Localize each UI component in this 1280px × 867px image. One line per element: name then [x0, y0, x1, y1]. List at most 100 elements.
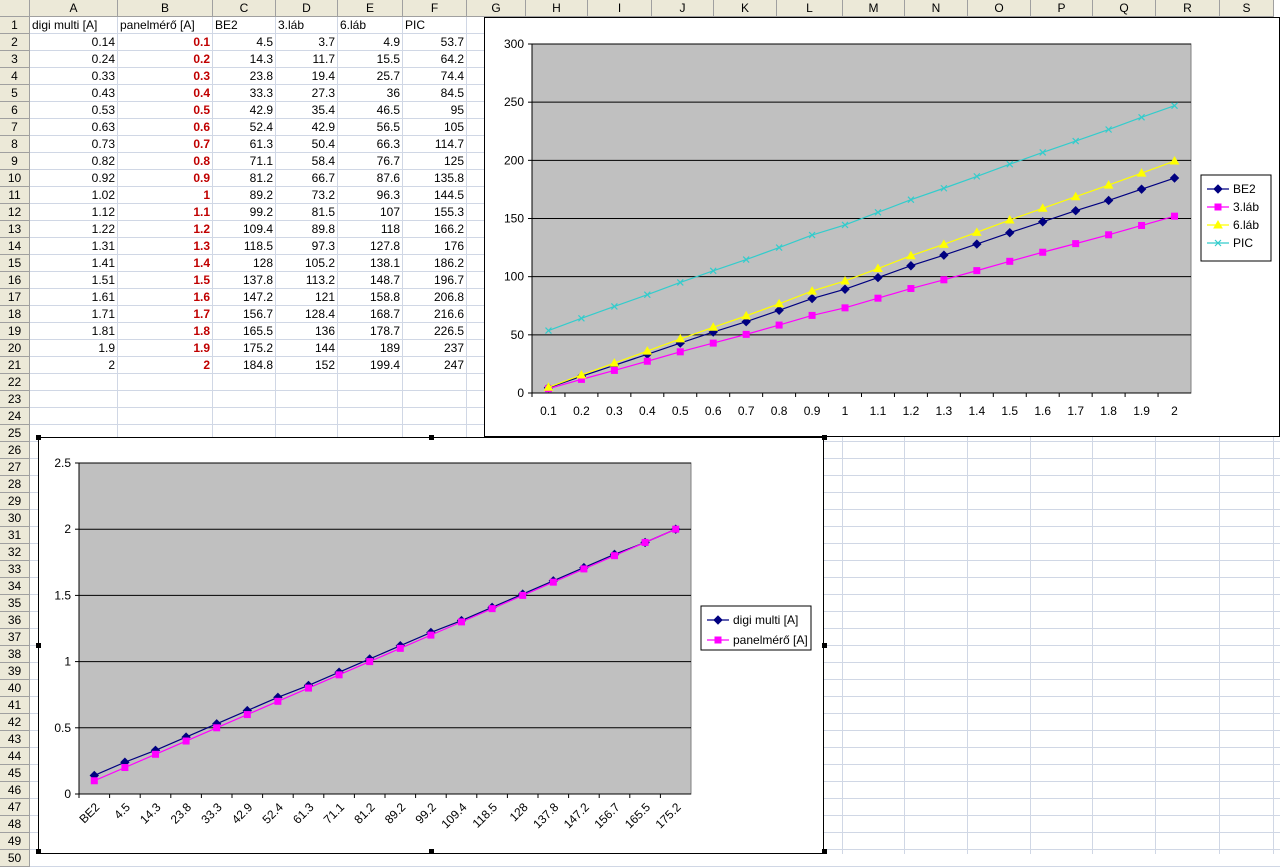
column-header-I[interactable]: I [588, 0, 652, 17]
row-header-2[interactable]: 2 [0, 34, 30, 51]
column-header-N[interactable]: N [905, 0, 968, 17]
data-cell-E21[interactable]: 199.4 [338, 357, 403, 374]
resize-handle-top-mid[interactable] [429, 435, 434, 440]
data-cell-D21[interactable]: 152 [276, 357, 338, 374]
data-cell-B9[interactable]: 0.8 [118, 153, 213, 170]
row-header-28[interactable]: 28 [0, 476, 30, 493]
column-header-L[interactable]: L [777, 0, 843, 17]
data-cell-A20[interactable]: 1.9 [30, 340, 118, 357]
row-header-32[interactable]: 32 [0, 544, 30, 561]
chart-currents-by-panel[interactable]: 0 50 100 150 200 250 300 0.1 0.2 0.3 0.4 0.5 0.6 0.7 0… [484, 17, 1280, 437]
data-cell-C14[interactable]: 118.5 [213, 238, 276, 255]
column-header-F[interactable]: F [403, 0, 467, 17]
data-cell-C5[interactable]: 33.3 [213, 85, 276, 102]
data-cell-C17[interactable]: 147.2 [213, 289, 276, 306]
data-cell-F13[interactable]: 166.2 [403, 221, 467, 238]
resize-handle-top-left[interactable] [36, 435, 41, 440]
row-header-25[interactable]: 25 [0, 425, 30, 442]
data-cell-A19[interactable]: 1.81 [30, 323, 118, 340]
column-header-B[interactable]: B [118, 0, 213, 17]
row-header-46[interactable]: 46 [0, 782, 30, 799]
column-header-R[interactable]: R [1156, 0, 1220, 17]
row-header-34[interactable]: 34 [0, 578, 30, 595]
data-cell-F18[interactable]: 216.6 [403, 306, 467, 323]
row-header-23[interactable]: 23 [0, 391, 30, 408]
data-cell-E2[interactable]: 4.9 [338, 34, 403, 51]
data-cell-E13[interactable]: 118 [338, 221, 403, 238]
data-cell-F20[interactable]: 237 [403, 340, 467, 357]
data-cell-B18[interactable]: 1.7 [118, 306, 213, 323]
data-cell-E5[interactable]: 36 [338, 85, 403, 102]
data-cell-F10[interactable]: 135.8 [403, 170, 467, 187]
data-cell-B4[interactable]: 0.3 [118, 68, 213, 85]
data-cell-F9[interactable]: 125 [403, 153, 467, 170]
data-cell-E18[interactable]: 168.7 [338, 306, 403, 323]
data-cell-C10[interactable]: 81.2 [213, 170, 276, 187]
row-header-36[interactable]: 36 [0, 612, 30, 629]
data-cell-E4[interactable]: 25.7 [338, 68, 403, 85]
header-cell-E[interactable]: 6.láb [338, 17, 403, 34]
data-cell-D17[interactable]: 121 [276, 289, 338, 306]
data-cell-B11[interactable]: 1 [118, 187, 213, 204]
data-cell-D16[interactable]: 113.2 [276, 272, 338, 289]
column-header-O[interactable]: O [968, 0, 1031, 17]
data-cell-C2[interactable]: 4.5 [213, 34, 276, 51]
data-cell-C19[interactable]: 165.5 [213, 323, 276, 340]
data-cell-D7[interactable]: 42.9 [276, 119, 338, 136]
data-cell-E15[interactable]: 138.1 [338, 255, 403, 272]
row-header-41[interactable]: 41 [0, 697, 30, 714]
header-cell-D[interactable]: 3.láb [276, 17, 338, 34]
data-cell-D3[interactable]: 11.7 [276, 51, 338, 68]
data-cell-B5[interactable]: 0.4 [118, 85, 213, 102]
data-cell-F4[interactable]: 74.4 [403, 68, 467, 85]
chart-digi-vs-panel[interactable]: 0 0.5 1 1.5 2 2.5 BE2 4.5 14.3 23.8 33.3 42.9 52.4 61… [38, 437, 824, 854]
row-header-48[interactable]: 48 [0, 816, 30, 833]
data-cell-B12[interactable]: 1.1 [118, 204, 213, 221]
data-cell-D5[interactable]: 27.3 [276, 85, 338, 102]
data-cell-A18[interactable]: 1.71 [30, 306, 118, 323]
data-cell-C11[interactable]: 89.2 [213, 187, 276, 204]
data-cell-E14[interactable]: 127.8 [338, 238, 403, 255]
data-cell-E6[interactable]: 46.5 [338, 102, 403, 119]
data-cell-D13[interactable]: 89.8 [276, 221, 338, 238]
header-cell-F[interactable]: PIC [403, 17, 467, 34]
data-cell-B20[interactable]: 1.9 [118, 340, 213, 357]
data-cell-E16[interactable]: 148.7 [338, 272, 403, 289]
data-cell-F19[interactable]: 226.5 [403, 323, 467, 340]
row-header-3[interactable]: 3 [0, 51, 30, 68]
data-cell-A17[interactable]: 1.61 [30, 289, 118, 306]
data-cell-A3[interactable]: 0.24 [30, 51, 118, 68]
resize-handle-bottom-left[interactable] [36, 849, 41, 854]
data-cell-B17[interactable]: 1.6 [118, 289, 213, 306]
select-all-corner[interactable] [0, 0, 30, 17]
column-header-C[interactable]: C [213, 0, 276, 17]
column-header-A[interactable]: A [30, 0, 118, 17]
data-cell-D15[interactable]: 105.2 [276, 255, 338, 272]
data-cell-B16[interactable]: 1.5 [118, 272, 213, 289]
data-cell-D2[interactable]: 3.7 [276, 34, 338, 51]
data-cell-A21[interactable]: 2 [30, 357, 118, 374]
data-cell-F21[interactable]: 247 [403, 357, 467, 374]
data-cell-D20[interactable]: 144 [276, 340, 338, 357]
data-cell-D6[interactable]: 35.4 [276, 102, 338, 119]
data-cell-C16[interactable]: 137.8 [213, 272, 276, 289]
data-cell-D8[interactable]: 50.4 [276, 136, 338, 153]
data-cell-A16[interactable]: 1.51 [30, 272, 118, 289]
row-header-39[interactable]: 39 [0, 663, 30, 680]
column-header-M[interactable]: M [843, 0, 905, 17]
resize-handle-bottom-right[interactable] [822, 849, 827, 854]
data-cell-F2[interactable]: 53.7 [403, 34, 467, 51]
data-cell-B15[interactable]: 1.4 [118, 255, 213, 272]
row-header-45[interactable]: 45 [0, 765, 30, 782]
data-cell-E8[interactable]: 66.3 [338, 136, 403, 153]
row-header-18[interactable]: 18 [0, 306, 30, 323]
row-header-20[interactable]: 20 [0, 340, 30, 357]
data-cell-F16[interactable]: 196.7 [403, 272, 467, 289]
data-cell-D14[interactable]: 97.3 [276, 238, 338, 255]
row-header-11[interactable]: 11 [0, 187, 30, 204]
data-cell-C15[interactable]: 128 [213, 255, 276, 272]
row-header-16[interactable]: 16 [0, 272, 30, 289]
row-header-33[interactable]: 33 [0, 561, 30, 578]
data-cell-E11[interactable]: 96.3 [338, 187, 403, 204]
data-cell-E10[interactable]: 87.6 [338, 170, 403, 187]
